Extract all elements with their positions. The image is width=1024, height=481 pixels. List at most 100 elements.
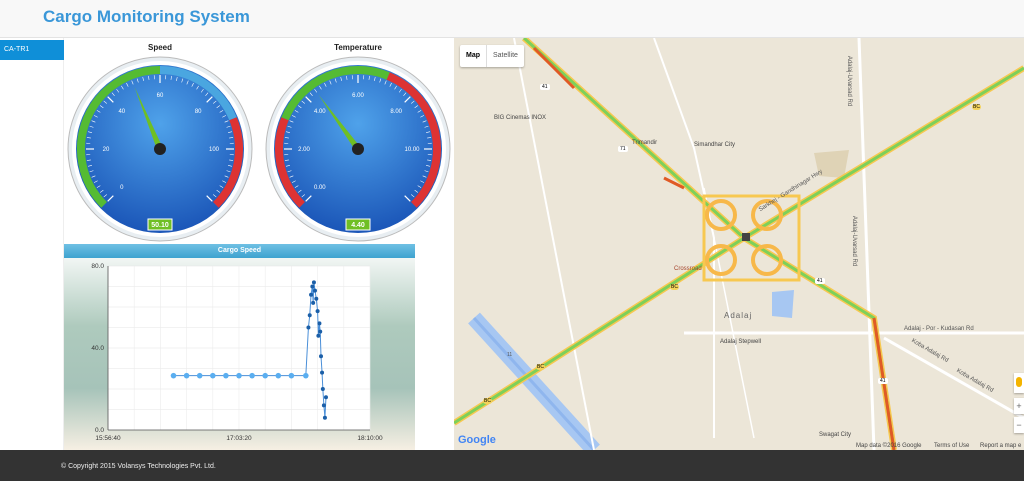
data-point	[262, 372, 268, 379]
canal-line	[472, 316, 596, 450]
swagat-city-label[interactable]: Swagat City	[819, 432, 851, 438]
trimandir-label[interactable]: Trimandir	[632, 140, 657, 146]
gauge-hub	[154, 143, 166, 155]
y-tick-label: 0.0	[95, 427, 104, 434]
data-point	[319, 354, 324, 359]
x-tick-label: 17:03:20	[226, 435, 252, 442]
truck-marker-icon[interactable]	[742, 233, 750, 241]
gauge-hub	[352, 143, 364, 155]
gauge-tick-label: 100	[209, 147, 220, 153]
uvarsad-road-label-2: Adalaj-Uvarsad Rd	[851, 215, 858, 267]
data-point	[323, 395, 328, 400]
gauge-tick-label: 40	[118, 109, 125, 115]
temperature-gauge-title: Temperature	[334, 43, 382, 52]
y-tick-label: 80.0	[91, 263, 104, 270]
gauge-tick-label: 0.00	[314, 185, 326, 191]
data-point	[306, 325, 311, 330]
report-map-error-link[interactable]: Report a map e	[980, 443, 1021, 449]
data-point	[311, 280, 316, 285]
crossroad-label[interactable]: Crossroad	[674, 266, 702, 272]
sidebar-item-ca-tr1[interactable]: CA-TR1	[0, 40, 64, 60]
x-tick-label: 15:56:40	[95, 435, 121, 442]
gauge-tick-label: 80	[195, 109, 202, 115]
gauge-value-label: 50.10	[151, 222, 169, 229]
highway-shield-71: 71	[618, 146, 628, 152]
cargo-speed-chart-panel: Cargo Speed 0.0 40.0 80.0 15:56:40 17:03:20 1…	[64, 244, 415, 450]
data-point	[170, 372, 177, 379]
map-view[interactable]: BIG Cinemas INOX Trimandir Simandhar Cit…	[454, 38, 1024, 450]
gauge-tick-label: 2.00	[298, 147, 310, 153]
app-title: Cargo Monitoring System	[43, 7, 250, 26]
app-header: Cargo Monitoring System	[0, 0, 1024, 38]
highway-shield-11: 11	[507, 352, 513, 358]
highway-shield-bc2: BC	[670, 284, 679, 290]
data-point	[318, 329, 323, 334]
highway-41-yellow	[521, 38, 897, 450]
gauge-tick-label: 4.00	[314, 109, 326, 115]
interchange-ring	[702, 194, 801, 282]
gauge-tick-label: 6.00	[352, 93, 364, 99]
temperature-gauge: 0.00 2.00 4.00 6.00 8.00 10.00 4.40	[265, 56, 451, 242]
gauge-tick-label: 8.00	[390, 109, 402, 115]
chart-title: Cargo Speed	[64, 244, 415, 258]
data-point	[317, 321, 322, 326]
data-point	[249, 372, 255, 379]
data-point	[183, 372, 190, 379]
traffic-red-1	[532, 46, 576, 90]
data-point	[223, 372, 229, 379]
traffic-red-2	[872, 317, 896, 450]
y-tick-label: 40.0	[91, 345, 104, 352]
uvarsad-road	[857, 38, 876, 450]
data-point	[315, 309, 320, 314]
data-point	[309, 292, 314, 297]
data-point	[310, 284, 315, 289]
zoom-in-button[interactable]: +	[1014, 398, 1024, 414]
simandhar-label[interactable]: Simandhar City	[694, 142, 735, 148]
google-logo: Google	[458, 434, 496, 446]
data-point	[322, 415, 327, 420]
data-point	[312, 288, 317, 293]
gauge-value-label: 4.40	[351, 222, 365, 229]
highway-shield-41a: 41	[540, 84, 550, 90]
data-point	[320, 370, 325, 375]
pegman-icon[interactable]	[1014, 373, 1024, 393]
data-point	[288, 372, 295, 379]
highway-shield-bc3: BC	[536, 364, 545, 370]
x-tick-label: 18:10:00	[357, 435, 383, 442]
pond	[772, 290, 794, 318]
speed-gauge-title: Speed	[147, 43, 172, 52]
data-point	[320, 387, 325, 391]
highway-41	[522, 38, 896, 450]
data-point	[236, 372, 242, 379]
data-point	[307, 313, 312, 318]
data-point	[303, 372, 309, 379]
gauge-tick-label: 20	[103, 147, 110, 153]
zoom-out-button[interactable]: −	[1014, 417, 1024, 433]
highway-shield-41b: 41	[815, 278, 825, 284]
gauge-tick-label: 10.00	[404, 147, 420, 153]
highway-shield-41c: 41	[878, 378, 888, 384]
koba-road	[883, 336, 1024, 420]
map-attribution: Map data ©2016 Google	[856, 443, 922, 449]
adalaj-por-road-label: Adalaj - Por - Kudasan Rd	[904, 326, 974, 332]
data-point	[316, 333, 321, 338]
data-point	[314, 296, 319, 301]
speed-gauge: 02040608010050.10	[67, 56, 253, 242]
sidebar: CA-TR1	[0, 38, 64, 450]
satellite-tab[interactable]: Satellite	[486, 45, 524, 67]
stepwell-label[interactable]: Adalaj Stepwell	[720, 339, 761, 345]
data-point	[275, 372, 282, 379]
data-point	[210, 372, 216, 379]
copyright-text: © Copyright 2015 Volansys Technologies P…	[61, 463, 216, 470]
highway-shield-bc1: BC	[972, 104, 981, 110]
terms-link[interactable]: Terms of Use	[934, 443, 969, 449]
minor-road-2	[513, 38, 595, 450]
big-cinemas-label[interactable]: BIG Cinemas INOX	[494, 115, 546, 121]
map-tab[interactable]: Map	[460, 45, 486, 67]
highway-shield-bc4: BC	[483, 398, 492, 404]
map-canvas[interactable]	[454, 38, 1024, 450]
gauge-tick-label: 60	[157, 93, 164, 99]
cargo-speed-chart: 0.0 40.0 80.0 15:56:40 17:03:20 18:10:00	[91, 263, 383, 442]
data-point	[321, 403, 326, 408]
data-point	[311, 300, 316, 305]
